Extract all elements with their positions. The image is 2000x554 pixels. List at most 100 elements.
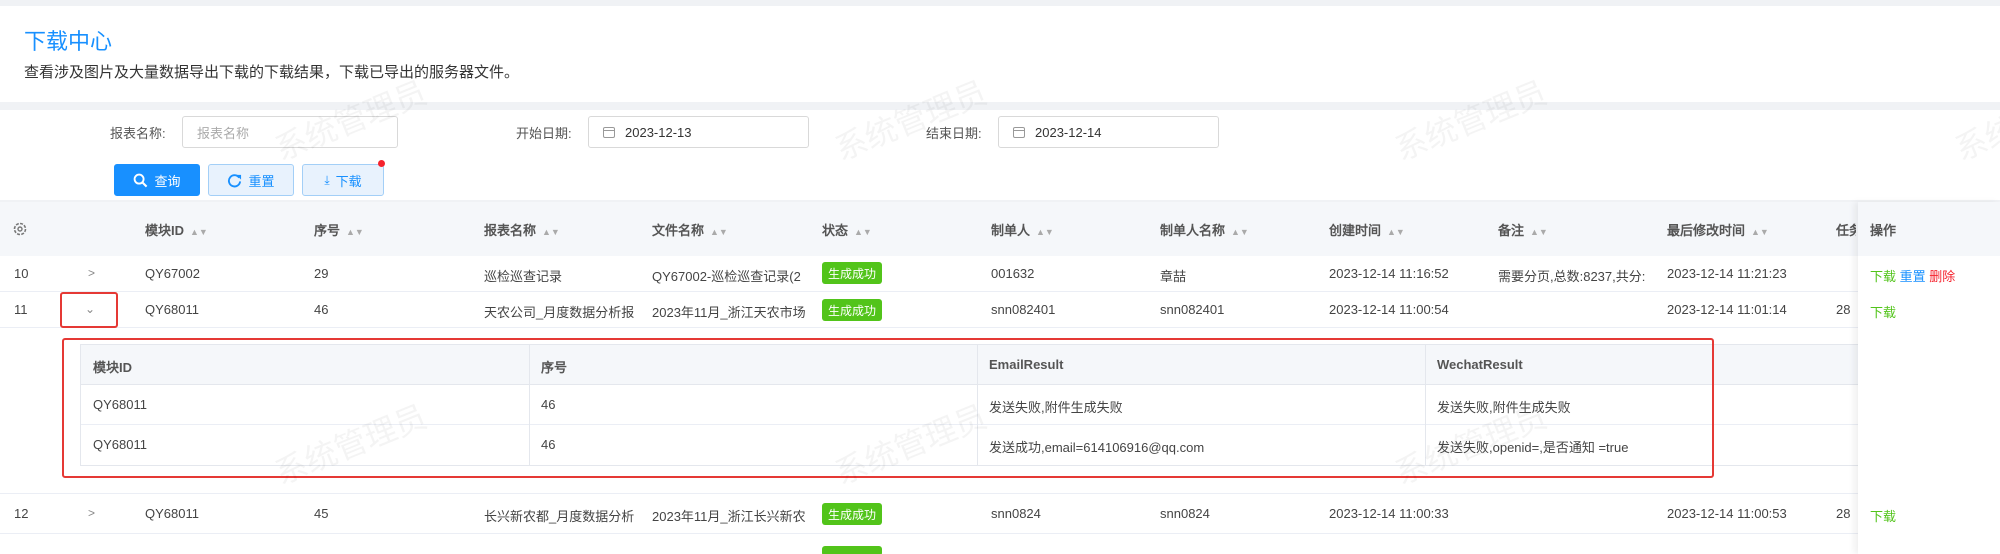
col-status[interactable]: 状态 ▲▼: [822, 220, 872, 239]
calendar-icon: [603, 126, 615, 138]
sub-col-email-result: EmailResult: [989, 357, 1064, 372]
cell-seq: 45: [314, 506, 329, 521]
sub-cell: QY68011: [93, 437, 147, 452]
report-name-input[interactable]: 报表名称: [182, 116, 398, 148]
col-report-name[interactable]: 报表名称 ▲▼: [484, 220, 560, 239]
cell-modified: 2023-12-14 11:00:53: [1667, 506, 1787, 521]
divider: [1425, 345, 1426, 465]
start-date-label: 开始日期:: [516, 126, 572, 141]
sub-col-wechat-result: WechatResult: [1437, 357, 1523, 372]
data-table: 模块ID ▲▼ 序号 ▲▼ 报表名称 ▲▼ 文件名称 ▲▼ 状态 ▲▼ 制单人 ▲▼ 制单人…: [0, 202, 2000, 554]
sub-table-row: QY68011 46 发送成功,email=614106916@qq.com 发…: [81, 425, 1871, 465]
col-modified-time[interactable]: 最后修改时间 ▲▼: [1667, 220, 1769, 239]
cell-created: 2023-12-14 11:00:33: [1329, 506, 1449, 521]
download-link[interactable]: 下载: [1870, 305, 1896, 320]
col-file-name[interactable]: 文件名称 ▲▼: [652, 220, 728, 239]
chevron-right-icon[interactable]: >: [88, 266, 95, 280]
cell-modified: 2023-12-14 11:01:14: [1667, 302, 1787, 317]
page-description: 查看涉及图片及大量数据导出下载的下载结果，下载已导出的服务器文件。: [24, 64, 520, 81]
col-creator-name[interactable]: 制单人名称 ▲▼: [1160, 220, 1249, 239]
sub-cell: 发送失败,openid=,是否通知 =true: [1437, 440, 1629, 455]
cell-task: 28: [1836, 302, 1851, 317]
col-task: 任务: [1836, 223, 1856, 238]
sub-col-seq: 序号: [541, 360, 568, 375]
cell-creator-name: snn0824: [1160, 506, 1210, 521]
sub-cell: 发送失败,附件生成失败: [989, 400, 1123, 415]
cell-file: 2023年11月_浙江长兴新农: [652, 509, 806, 524]
end-date-label: 结束日期:: [926, 126, 982, 141]
sub-cell: 发送成功,email=614106916@qq.com: [989, 440, 1205, 455]
page-header: 下载中心 查看涉及图片及大量数据导出下载的下载结果，下载已导出的服务器文件。: [0, 6, 2000, 102]
query-label: 查询: [154, 173, 181, 189]
divider: [529, 345, 530, 465]
download-link[interactable]: 下载: [1870, 269, 1896, 284]
reset-label: 重置: [248, 173, 275, 189]
table-row: [0, 534, 2000, 554]
operation-column: 操作 下载 重置 删除 下载 下载: [1858, 202, 2000, 554]
download-label: 下载: [335, 173, 362, 189]
filter-panel: 报表名称: 报表名称 开始日期: 2023-12-13 结束日期: 2023-1…: [0, 110, 2000, 200]
chevron-right-icon[interactable]: >: [88, 506, 95, 520]
sub-cell: 46: [541, 397, 556, 412]
cell-report: 长兴新农都_月度数据分析: [484, 509, 635, 524]
chevron-down-icon[interactable]: ⌄: [85, 302, 95, 316]
cell-file: QY67002-巡检巡查记录(2: [652, 269, 801, 284]
status-badge: 生成成功: [822, 503, 883, 525]
col-creator[interactable]: 制单人 ▲▼: [991, 220, 1054, 239]
delete-link[interactable]: 删除: [1929, 269, 1955, 284]
reset-link[interactable]: 重置: [1900, 269, 1926, 284]
status-badge: 生成成功: [822, 299, 883, 321]
start-date-input[interactable]: 2023-12-13: [588, 116, 809, 148]
end-date-input[interactable]: 2023-12-14: [998, 116, 1219, 148]
row-index: 12: [14, 506, 29, 521]
page-title: 下载中心: [24, 29, 113, 54]
refresh-icon: [228, 173, 242, 187]
search-icon: [134, 173, 148, 187]
cell-created: 2023-12-14 11:00:54: [1329, 302, 1449, 317]
row-index: 11: [14, 302, 28, 317]
cell-seq: 46: [314, 302, 329, 317]
cell-creator: snn0824: [991, 506, 1041, 521]
cell-modified: 2023-12-14 11:21:23: [1667, 266, 1787, 281]
cell-module-id: QY68011: [145, 302, 199, 317]
table-row: 12 > QY68011 45 长兴新农都_月度数据分析 2023年11月_浙江…: [0, 494, 2000, 534]
reset-button[interactable]: 重置: [208, 164, 294, 196]
sub-cell: 46: [541, 437, 556, 452]
status-badge: [822, 546, 882, 554]
cell-creator: snn082401: [991, 302, 1056, 317]
notification-dot: [378, 160, 385, 167]
table-row: 10 > QY67002 29 巡检巡查记录 QY67002-巡检巡查记录(2 …: [0, 256, 2000, 292]
cell-seq: 29: [314, 266, 329, 281]
end-date-value: 2023-12-14: [1035, 124, 1102, 140]
download-icon: ⤓: [324, 172, 330, 187]
cell-file: 2023年11月_浙江天农市场: [652, 305, 806, 320]
sub-cell: QY68011: [93, 397, 147, 412]
report-name-placeholder: 报表名称: [197, 125, 250, 141]
sub-table-header: 模块ID 序号 EmailResult WechatResult: [81, 345, 1871, 385]
calendar-icon: [1013, 126, 1025, 138]
row-index: 10: [14, 266, 29, 281]
sub-col-module-id: 模块ID: [93, 360, 133, 375]
download-link[interactable]: 下载: [1870, 509, 1896, 524]
query-button[interactable]: 查询: [114, 164, 200, 196]
cell-creator: 001632: [991, 266, 1035, 281]
col-remark[interactable]: 备注 ▲▼: [1498, 220, 1548, 239]
cell-remark: 需要分页,总数:8237,共分:: [1498, 269, 1646, 284]
col-seq[interactable]: 序号 ▲▼: [314, 220, 364, 239]
report-name-label: 报表名称:: [110, 126, 166, 141]
start-date-value: 2023-12-13: [625, 124, 692, 140]
divider: [977, 345, 978, 465]
cell-created: 2023-12-14 11:16:52: [1329, 266, 1449, 281]
expanded-row-detail: 模块ID 序号 EmailResult WechatResult QY68011…: [0, 328, 2000, 494]
sub-table-row: QY68011 46 发送失败,附件生成失败 发送失败,附件生成失败: [81, 385, 1871, 425]
download-button[interactable]: ⤓ 下载: [302, 160, 385, 196]
col-created-time[interactable]: 创建时间 ▲▼: [1329, 220, 1405, 239]
col-module-id[interactable]: 模块ID ▲▼: [145, 220, 208, 239]
cell-creator-name: 章喆: [1160, 269, 1187, 284]
cell-task: 28: [1836, 506, 1851, 521]
settings-icon[interactable]: [12, 221, 28, 237]
table-row: 11 ⌄ QY68011 46 天农公司_月度数据分析报 2023年11月_浙江…: [0, 292, 2000, 328]
cell-creator-name: snn082401: [1160, 302, 1225, 317]
cell-report: 巡检巡查记录: [484, 269, 563, 284]
status-badge: 生成成功: [822, 262, 883, 284]
